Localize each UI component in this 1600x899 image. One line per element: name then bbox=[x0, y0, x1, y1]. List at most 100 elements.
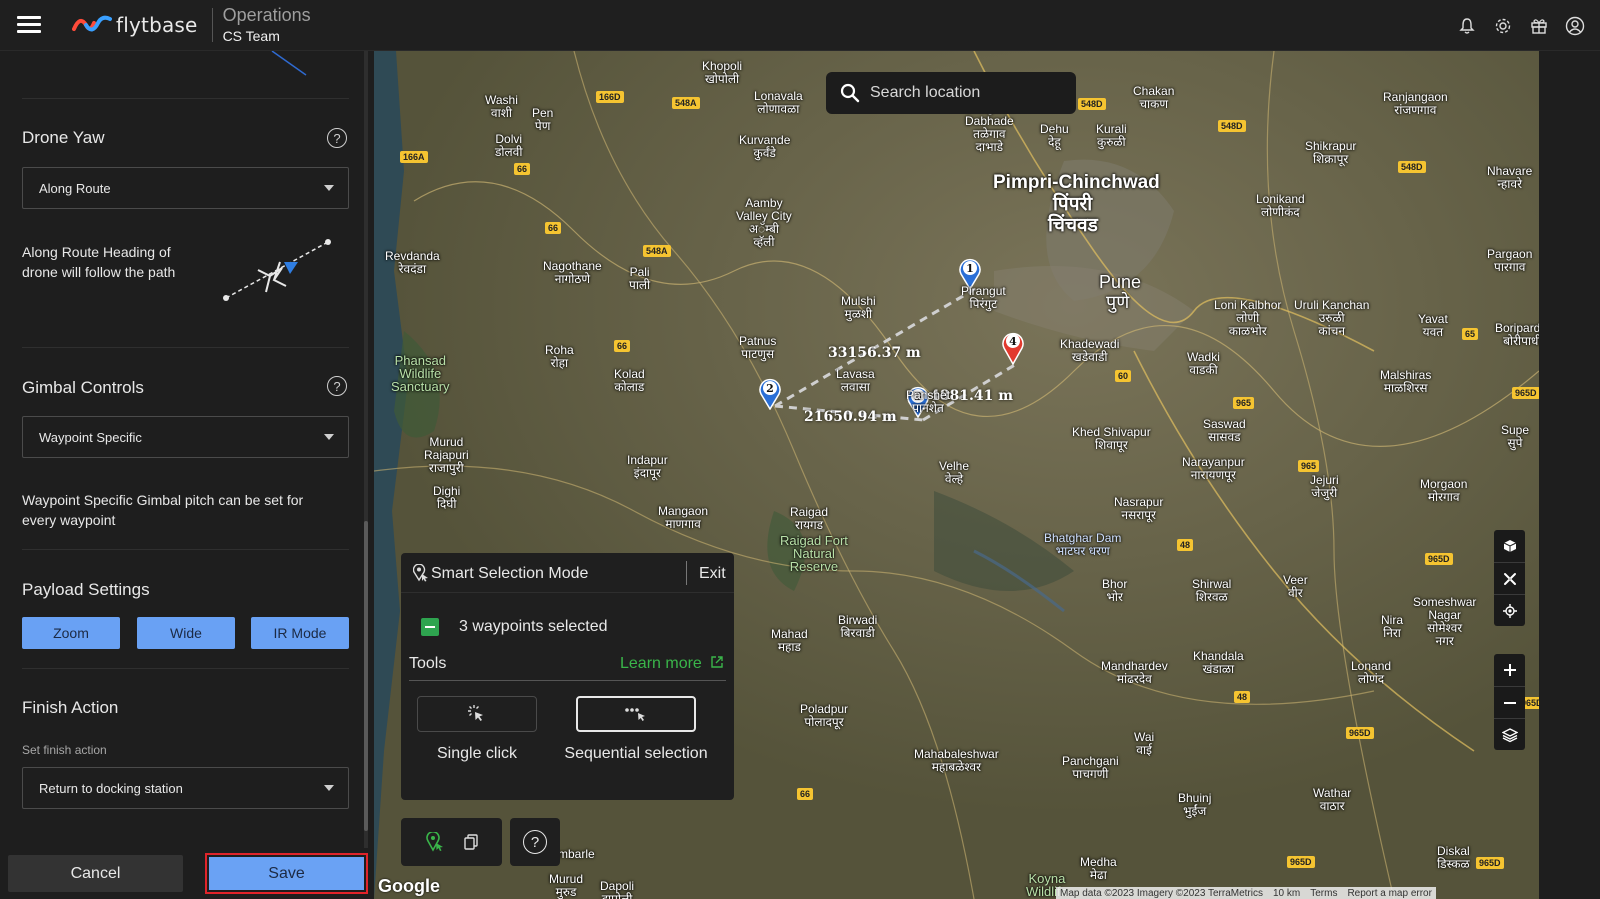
map-place-label: Dolvi डोलवी bbox=[495, 132, 523, 159]
waypoint-number: 2 bbox=[766, 382, 774, 395]
copy-icon[interactable] bbox=[463, 834, 478, 850]
map-place-label: Raigad Fort Natural Reserve bbox=[780, 533, 848, 574]
finish-action-select[interactable]: Return to docking station bbox=[22, 767, 349, 809]
partial-diagram-illustration bbox=[271, 51, 307, 76]
map-place-label: चिंचवड bbox=[1048, 215, 1098, 236]
map-attribution: Map data ©2023 Imagery ©2023 TerraMetric… bbox=[1056, 887, 1436, 899]
map-place-label: Raigad रायगड bbox=[790, 505, 829, 532]
save-button[interactable]: Save bbox=[209, 857, 364, 890]
map-place-label: Kurali कुरुळी bbox=[1096, 122, 1127, 149]
smart-select-pin-icon[interactable] bbox=[425, 832, 444, 852]
map-place-label: Bhatghar Dam भाटघर धरण bbox=[1044, 531, 1122, 558]
map-place-label: Veer वीर bbox=[1283, 573, 1308, 600]
route-distance-label: 21650.94 m bbox=[804, 409, 897, 425]
road-shield: 48 bbox=[1177, 539, 1194, 551]
map-place-label: Pen पेण bbox=[532, 106, 554, 133]
map-help-button[interactable]: ? bbox=[510, 818, 560, 866]
map-place-label: Shikrapur शिक्रापूर bbox=[1305, 139, 1357, 166]
waypoint-marker-4[interactable]: 4 bbox=[1000, 327, 1026, 365]
flytbase-logo[interactable]: flytbase bbox=[58, 0, 210, 51]
sequential-selection-tool-button[interactable] bbox=[576, 696, 696, 732]
tools-divider bbox=[409, 680, 726, 681]
payload-zoom-button[interactable]: Zoom bbox=[22, 617, 120, 649]
learn-more-text: Learn more bbox=[620, 655, 702, 672]
finish-action-label: Set finish action bbox=[22, 743, 107, 757]
gimbal-select[interactable]: Waypoint Specific bbox=[22, 416, 349, 458]
map-place-label: Pimpri-Chinchwad bbox=[993, 172, 1160, 193]
map-place-label: Malshiras माळशिरस bbox=[1380, 368, 1432, 395]
header-separator bbox=[686, 561, 687, 585]
report-map-error-link[interactable]: Report a map error bbox=[1347, 888, 1431, 899]
payload-ir-mode-button[interactable]: IR Mode bbox=[251, 617, 349, 649]
map-scale: 10 km bbox=[1272, 887, 1301, 899]
road-shield: 548D bbox=[1398, 161, 1426, 173]
sidebar-scroll-thumb[interactable] bbox=[364, 521, 368, 831]
section-divider bbox=[22, 668, 349, 669]
external-link-icon bbox=[711, 656, 723, 668]
my-location-icon[interactable] bbox=[1494, 594, 1525, 626]
road-shield: 965 bbox=[1298, 460, 1320, 472]
learn-more-link[interactable]: Learn more bbox=[620, 655, 724, 673]
map-place-label: Chakan चाकण bbox=[1133, 84, 1175, 111]
map-place-label: Mangaon माणगाव bbox=[658, 504, 709, 531]
payload-settings-title: Payload Settings bbox=[22, 580, 150, 599]
gimbal-desc-line1: Waypoint Specific Gimbal pitch can be se… bbox=[22, 492, 304, 508]
drone-yaw-select[interactable]: Along Route bbox=[22, 167, 349, 209]
map-place-label: Khandala खंडाळा bbox=[1193, 649, 1244, 676]
map-layers-icon[interactable] bbox=[1494, 718, 1525, 750]
map-place-label: Panshet पानशेत bbox=[906, 388, 951, 415]
fit-to-bounds-icon[interactable] bbox=[1494, 562, 1525, 594]
map-place-label: Washi वाशी bbox=[485, 93, 518, 120]
section-divider bbox=[22, 549, 349, 550]
road-shield: 965D bbox=[1287, 856, 1315, 868]
bell-icon[interactable] bbox=[1456, 15, 1478, 37]
user-account-icon[interactable] bbox=[1564, 15, 1586, 37]
section-divider bbox=[22, 98, 349, 99]
flytbase-logo-icon bbox=[72, 15, 112, 32]
gear-icon[interactable] bbox=[1492, 15, 1514, 37]
single-click-tool-button[interactable] bbox=[417, 696, 537, 732]
single-click-label: Single click bbox=[436, 745, 518, 762]
waypoint-marker-2[interactable]: 2 bbox=[757, 374, 783, 410]
drone-yaw-desc-line2: drone will follow the path bbox=[22, 264, 176, 280]
map-place-label: Bhuinj भुईंज bbox=[1178, 791, 1212, 818]
smart-select-pin-icon bbox=[413, 564, 428, 582]
map-place-label: Ranjangaon रांजणगाव bbox=[1383, 90, 1448, 117]
map-place-label: Nhavare न्हावरे bbox=[1487, 164, 1533, 191]
gift-icon[interactable] bbox=[1528, 15, 1550, 37]
map-place-label: Uruli Kanchan उरुळी कांचन bbox=[1294, 298, 1370, 338]
map-place-label: Bhor भोर bbox=[1102, 577, 1128, 604]
map-place-label: Revdanda रेवदंडा bbox=[385, 249, 440, 276]
gimbal-help-icon[interactable]: ? bbox=[327, 376, 347, 396]
waypoint-number: 4 bbox=[1009, 335, 1017, 348]
finish-action-title: Finish Action bbox=[22, 698, 119, 717]
chevron-down-icon bbox=[324, 434, 334, 440]
map-place-label: Shirwal शिरवळ bbox=[1192, 577, 1232, 604]
map-place-label: Khadewadi खडेवाडी bbox=[1060, 337, 1120, 364]
exit-button[interactable]: Exit bbox=[699, 565, 726, 583]
cancel-button[interactable]: Cancel bbox=[8, 855, 183, 892]
map-place-label: Murud Rajapuri राजापुरी bbox=[424, 435, 469, 475]
search-location-box[interactable]: Search location bbox=[826, 72, 1076, 114]
map-place-label: Roha रोहा bbox=[545, 343, 574, 370]
map-place-label: Phansad Wildlife Sanctuary bbox=[391, 353, 450, 394]
gimbal-desc-line2: every waypoint bbox=[22, 512, 116, 528]
org-switcher[interactable]: Operations CS Team bbox=[223, 5, 311, 45]
terms-link[interactable]: Terms bbox=[1310, 888, 1337, 899]
sidebar-scrollbar[interactable] bbox=[364, 51, 368, 899]
indeterminate-checkbox[interactable] bbox=[421, 618, 439, 636]
map-place-label: Kolad कोलाड bbox=[614, 367, 645, 394]
payload-wide-button[interactable]: Wide bbox=[137, 617, 235, 649]
road-shield: 66 bbox=[797, 788, 814, 800]
menu-button[interactable] bbox=[0, 0, 58, 51]
drone-yaw-help-icon[interactable]: ? bbox=[327, 128, 347, 148]
sequential-selection-label: Sequential selection bbox=[564, 745, 708, 762]
road-shield: 66 bbox=[514, 163, 531, 175]
zoom-in-icon[interactable] bbox=[1494, 654, 1525, 686]
map-place-label: Dehu देहू bbox=[1040, 122, 1069, 149]
search-input[interactable]: Search location bbox=[870, 84, 980, 102]
zoom-out-icon[interactable] bbox=[1494, 686, 1525, 718]
map-place-label: Saswad सासवड bbox=[1203, 417, 1246, 444]
3d-cube-icon[interactable] bbox=[1494, 530, 1525, 562]
map-place-label: Nira निरा bbox=[1381, 613, 1404, 640]
